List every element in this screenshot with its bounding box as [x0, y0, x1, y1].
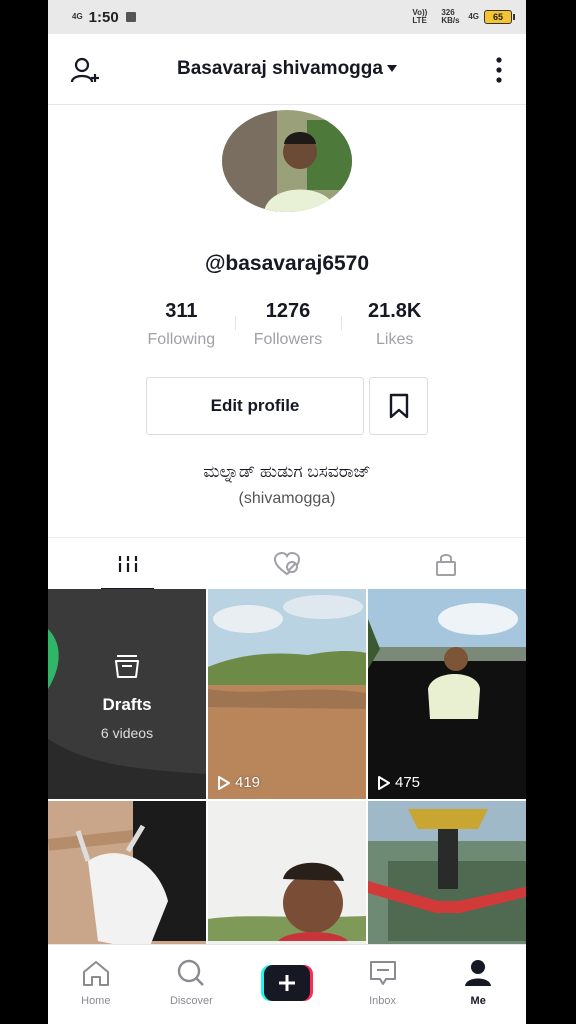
- bookmark-icon: [389, 393, 408, 419]
- battery-icon: 65: [484, 10, 515, 24]
- nav-home-label: Home: [81, 995, 111, 1007]
- more-options-icon[interactable]: [496, 56, 502, 84]
- view-count: 475: [378, 774, 420, 791]
- drafts-title: Drafts: [102, 695, 152, 714]
- profile-header: Basavaraj shivamogga: [48, 34, 526, 105]
- nav-discover-label: Discover: [169, 995, 213, 1007]
- video-thumbnail[interactable]: 475: [368, 589, 526, 799]
- lte-indicator: Vo)) LTE: [412, 8, 428, 25]
- profile-icon: [465, 960, 492, 986]
- bottom-nav: Home Discover Inbox Me: [48, 944, 526, 1024]
- signal-indicator: 4G: [468, 12, 479, 21]
- following-label: Following: [147, 331, 216, 348]
- tab-videos[interactable]: [48, 538, 207, 590]
- search-icon: [178, 959, 205, 986]
- following-stat[interactable]: 311 Following: [128, 300, 235, 349]
- phone-screen: 4G 1:50 Vo)) LTE 326 KB/s 4G 65 Basavara…: [48, 0, 526, 1024]
- profile-tabs: [48, 537, 526, 590]
- drafts-tile[interactable]: Drafts 6 videos: [48, 589, 206, 799]
- hidden-heart-icon: [273, 552, 300, 576]
- lock-icon: [436, 554, 457, 576]
- nav-discover[interactable]: Discover: [144, 945, 240, 1024]
- drafts-icon: [115, 655, 139, 678]
- clock: 1:50: [88, 8, 119, 26]
- following-count: 311: [165, 300, 198, 322]
- nav-home[interactable]: Home: [48, 945, 144, 1024]
- bio-line: ಮಲ್ನಾಡ್ ಹುಡುಗ ಬಸವರಾಜ್: [203, 462, 371, 481]
- tab-liked[interactable]: [207, 538, 366, 590]
- nav-me-label: Me: [470, 995, 486, 1007]
- play-icon: [378, 775, 390, 790]
- profile-stats: 311 Following 1276 Followers 21.8K Likes: [128, 300, 448, 349]
- profile-handle: @basavaraj6570: [204, 252, 370, 275]
- view-count-text: 419: [235, 774, 261, 791]
- view-count: 419: [218, 774, 260, 791]
- notification-icon: [125, 12, 136, 22]
- video-thumbnail[interactable]: 419: [208, 589, 366, 799]
- favorites-button[interactable]: [369, 377, 428, 435]
- videos-grid-icon: [116, 556, 139, 572]
- inbox-icon: [369, 961, 396, 985]
- edit-profile-button[interactable]: Edit profile: [146, 377, 364, 435]
- followers-count: 1276: [265, 300, 311, 322]
- network-indicator: 4G: [72, 12, 83, 21]
- create-plus-icon: [260, 965, 313, 1001]
- nav-me[interactable]: Me: [430, 945, 526, 1024]
- likes-label: Likes: [376, 331, 414, 348]
- view-count-text: 475: [395, 774, 421, 791]
- tab-private[interactable]: [367, 538, 526, 590]
- drafts-count: 6 videos: [100, 725, 154, 741]
- bio-location: (shivamogga): [238, 490, 336, 507]
- page-title: Basavaraj shivamogga: [177, 58, 383, 79]
- home-icon: [82, 961, 109, 986]
- avatar[interactable]: [222, 110, 352, 212]
- nav-create[interactable]: [239, 945, 335, 1024]
- account-switcher[interactable]: Basavaraj shivamogga: [48, 58, 526, 80]
- nav-inbox-label: Inbox: [369, 995, 397, 1007]
- followers-label: Followers: [253, 331, 323, 348]
- speed-indicator: 326 KB/s: [441, 8, 460, 25]
- followers-stat[interactable]: 1276 Followers: [234, 300, 342, 349]
- likes-stat[interactable]: 21.8K Likes: [341, 300, 448, 349]
- status-bar: 4G 1:50 Vo)) LTE 326 KB/s 4G 65: [48, 0, 526, 34]
- chevron-down-icon: [386, 65, 397, 73]
- play-icon: [218, 775, 230, 790]
- likes-count: 21.8K: [367, 300, 422, 322]
- nav-inbox[interactable]: Inbox: [335, 945, 431, 1024]
